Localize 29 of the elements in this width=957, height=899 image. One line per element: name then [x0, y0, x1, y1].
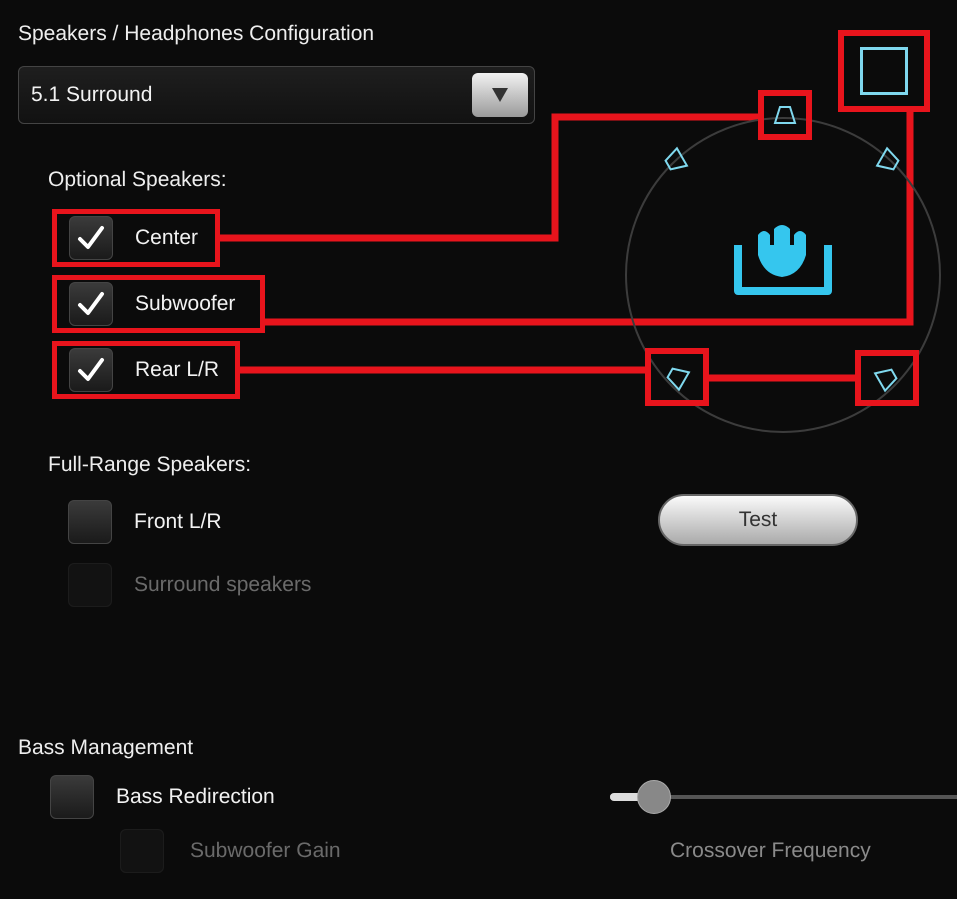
checkbox[interactable] [68, 500, 112, 544]
checkbox-label: Front L/R [134, 508, 222, 535]
config-dropdown[interactable]: 5.1 Surround [18, 66, 535, 124]
section-title: Speakers / Headphones Configuration [18, 21, 376, 47]
section-title: Optional Speakers: [48, 166, 228, 192]
checkbox[interactable] [50, 775, 94, 819]
checkbox-label: Rear L/R [135, 357, 220, 384]
slider-label: Crossover Frequency [670, 838, 871, 864]
checkbox-label: Surround speakers [134, 572, 312, 598]
section-title: Bass Management [18, 734, 194, 760]
section-title: Full-Range Speakers: [48, 452, 252, 478]
checkbox-label: Subwoofer [135, 291, 236, 318]
checkbox-label: Subwoofer Gain [190, 838, 341, 864]
crossover-slider[interactable] [610, 779, 957, 815]
dropdown-value: 5.1 Surround [31, 82, 152, 108]
checkbox[interactable] [69, 348, 113, 392]
check-icon [77, 225, 105, 251]
caret-down-icon [491, 86, 509, 102]
speaker-icon [772, 104, 798, 126]
checkbox-label: Center [135, 225, 198, 252]
slider-thumb [636, 780, 671, 814]
test-button[interactable]: Test [658, 494, 858, 546]
subwoofer-icon [860, 47, 908, 95]
check-icon [77, 291, 105, 317]
checkbox[interactable] [69, 282, 113, 326]
checkbox[interactable] [69, 216, 113, 260]
checkbox-label: Bass Redirection [116, 784, 275, 810]
check-icon [77, 357, 105, 383]
dropdown-arrow-button[interactable] [472, 72, 528, 116]
